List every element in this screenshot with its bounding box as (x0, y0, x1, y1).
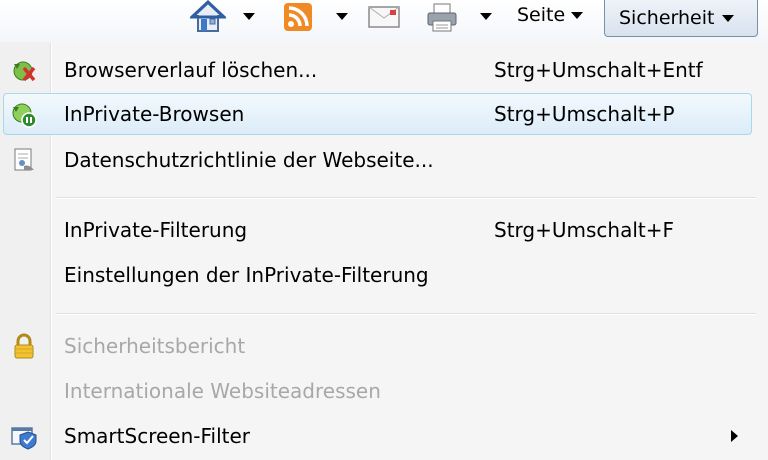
menu-item-privacy-policy[interactable]: Datenschutzrichtlinie der Webseite... (0, 139, 768, 181)
safety-menu-label: Sicherheit (619, 7, 715, 29)
chevron-down-icon (722, 14, 735, 22)
page-menu-button[interactable]: Seite (517, 0, 584, 34)
rss-icon (284, 3, 312, 31)
printer-icon (427, 3, 457, 32)
chevron-down-icon (571, 11, 584, 19)
safety-menu-button[interactable]: Sicherheit (604, 0, 758, 37)
feeds-button[interactable] (284, 3, 312, 31)
clear-history-icon (13, 61, 36, 82)
lock-icon (14, 333, 34, 359)
home-dropdown-arrow[interactable] (243, 0, 255, 32)
print-dropdown-arrow[interactable] (480, 0, 492, 32)
page-menu-label: Seite (517, 4, 566, 26)
menu-item-label: Browserverlauf löschen... (64, 58, 318, 82)
home-icon (188, 0, 228, 32)
menu-item-shortcut: Strg+Umschalt+Entf (494, 58, 703, 82)
menu-separator (56, 197, 756, 199)
menu-item-label: Datenschutzrichtlinie der Webseite... (64, 148, 434, 172)
smartscreen-icon (11, 427, 37, 450)
home-button[interactable] (188, 0, 230, 34)
menu-separator (56, 313, 756, 315)
submenu-arrow-icon (731, 430, 738, 442)
menu-item-label: Internationale Websiteadressen (64, 379, 381, 403)
menu-item-smartscreen-filter[interactable]: SmartScreen-Filter (0, 415, 768, 457)
menu-item-shortcut: Strg+Umschalt+F (494, 218, 674, 242)
feeds-dropdown-arrow[interactable] (336, 0, 348, 32)
menu-item-label: InPrivate-Browsen (64, 102, 245, 126)
menu-item-security-report: Sicherheitsbericht (0, 325, 768, 367)
menu-item-delete-history[interactable]: Browserverlauf löschen... Strg+Umschalt+… (0, 49, 768, 91)
print-button[interactable] (426, 3, 458, 33)
menu-item-label: Einstellungen der InPrivate-Filterung (64, 263, 429, 287)
mail-button[interactable] (368, 6, 400, 28)
mail-icon (368, 6, 400, 28)
command-bar: Seite Sicherheit (0, 0, 768, 43)
menu-item-inprivate-filtering[interactable]: InPrivate-Filterung Strg+Umschalt+F (0, 209, 768, 251)
menu-item-label: InPrivate-Filterung (64, 218, 248, 242)
menu-item-label: SmartScreen-Filter (64, 424, 251, 448)
menu-item-international-addresses: Internationale Websiteadressen (0, 370, 768, 412)
privacy-policy-icon (14, 148, 34, 171)
menu-item-shortcut: Strg+Umschalt+P (494, 102, 675, 126)
menu-item-label: Sicherheitsbericht (64, 334, 246, 358)
inprivate-icon (12, 103, 37, 128)
menu-item-inprivate-filtering-settings[interactable]: Einstellungen der InPrivate-Filterung (0, 254, 768, 296)
menu-item-inprivate-browsing[interactable]: InPrivate-Browsen Strg+Umschalt+P (0, 93, 768, 135)
